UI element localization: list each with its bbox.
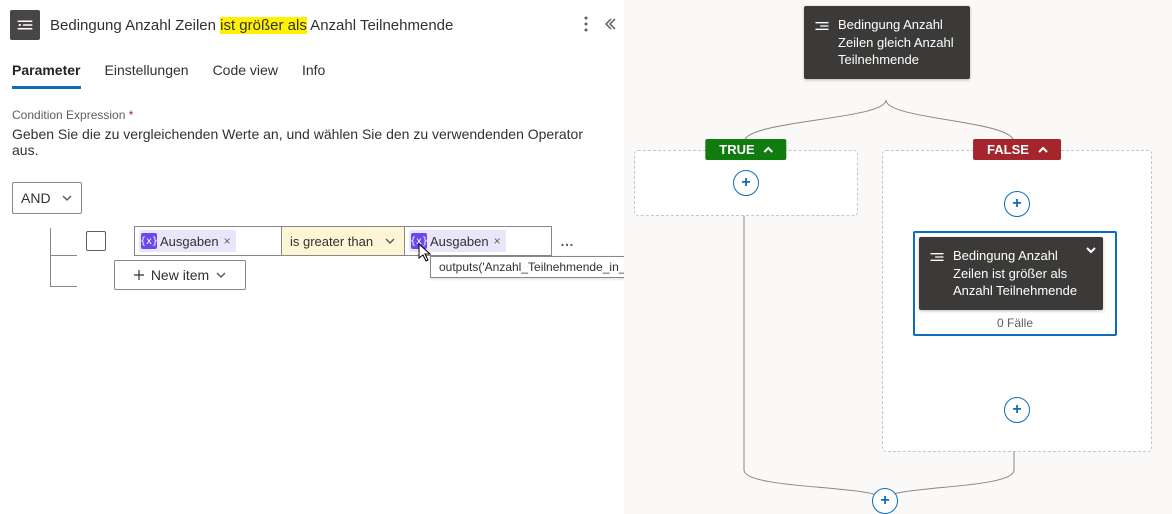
condition-icon <box>929 247 945 267</box>
right-operand-input[interactable]: {x} Ausgaben × <box>405 226 552 256</box>
flow-node-parent[interactable]: Bedingung Anzahl Zeilen gleich Anzahl Te… <box>804 6 970 79</box>
branch-true[interactable]: TRUE + <box>634 150 858 216</box>
condition-icon <box>814 16 830 36</box>
remove-token-icon[interactable]: × <box>494 234 501 248</box>
fx-icon: {x} <box>411 233 427 249</box>
fx-icon: {x} <box>141 233 157 249</box>
tab-info[interactable]: Info <box>302 62 325 89</box>
chevron-down-icon <box>384 235 396 247</box>
branch-label-false[interactable]: FALSE <box>973 139 1061 160</box>
selected-node-wrap: Bedingung Anzahl Zeilen ist größer als A… <box>913 231 1117 336</box>
condition-row: {x} Ausgaben × is greater than {x} Ausga… <box>86 226 612 256</box>
tab-parameter[interactable]: Parameter <box>12 62 81 89</box>
panel-title: Bedingung Anzahl Zeilen ist größer als A… <box>50 17 574 34</box>
chevron-up-icon <box>763 144 775 156</box>
flow-canvas[interactable]: Bedingung Anzahl Zeilen gleich Anzahl Te… <box>624 0 1172 514</box>
branch-label-true[interactable]: TRUE <box>705 139 786 160</box>
tab-settings[interactable]: Einstellungen <box>105 62 189 89</box>
add-action-button[interactable]: + <box>1004 191 1030 217</box>
remove-token-icon[interactable]: × <box>224 234 231 248</box>
new-item-button[interactable]: New item <box>114 260 246 290</box>
logic-operator-select[interactable]: AND <box>12 182 82 214</box>
add-action-button[interactable]: + <box>733 170 759 196</box>
tab-code[interactable]: Code view <box>213 62 278 89</box>
plus-icon <box>133 269 145 281</box>
token-left[interactable]: {x} Ausgaben × <box>139 230 236 252</box>
required-mark: * <box>129 108 134 122</box>
add-action-button[interactable]: + <box>872 488 898 514</box>
operator-select[interactable]: is greater than <box>281 226 405 256</box>
condition-description: Geben Sie die zu vergleichenden Werte an… <box>12 126 612 158</box>
panel-header: Bedingung Anzahl Zeilen ist größer als A… <box>0 0 624 50</box>
add-action-button[interactable]: + <box>1004 397 1030 423</box>
more-menu-icon[interactable] <box>584 16 588 35</box>
condition-icon <box>10 10 40 40</box>
left-operand-input[interactable]: {x} Ausgaben × <box>134 226 281 256</box>
condition-label: Condition Expression <box>12 108 125 122</box>
chevron-down-icon <box>61 192 73 204</box>
chevron-up-icon <box>1037 144 1049 156</box>
config-panel: Bedingung Anzahl Zeilen ist größer als A… <box>0 0 624 514</box>
branch-false[interactable]: FALSE + Bedingung Anzahl Zeilen ist größ… <box>882 150 1152 452</box>
tabs: Parameter Einstellungen Code view Info <box>0 50 624 90</box>
flow-node-child[interactable]: Bedingung Anzahl Zeilen ist größer als A… <box>919 237 1103 310</box>
cases-caption: 0 Fälle <box>919 316 1111 330</box>
row-checkbox[interactable] <box>86 231 106 251</box>
chevron-down-icon[interactable] <box>1085 243 1097 261</box>
collapse-icon[interactable] <box>602 17 616 34</box>
row-more-menu[interactable]: … <box>560 233 576 249</box>
token-right[interactable]: {x} Ausgaben × <box>409 230 506 252</box>
chevron-down-icon <box>215 269 227 281</box>
